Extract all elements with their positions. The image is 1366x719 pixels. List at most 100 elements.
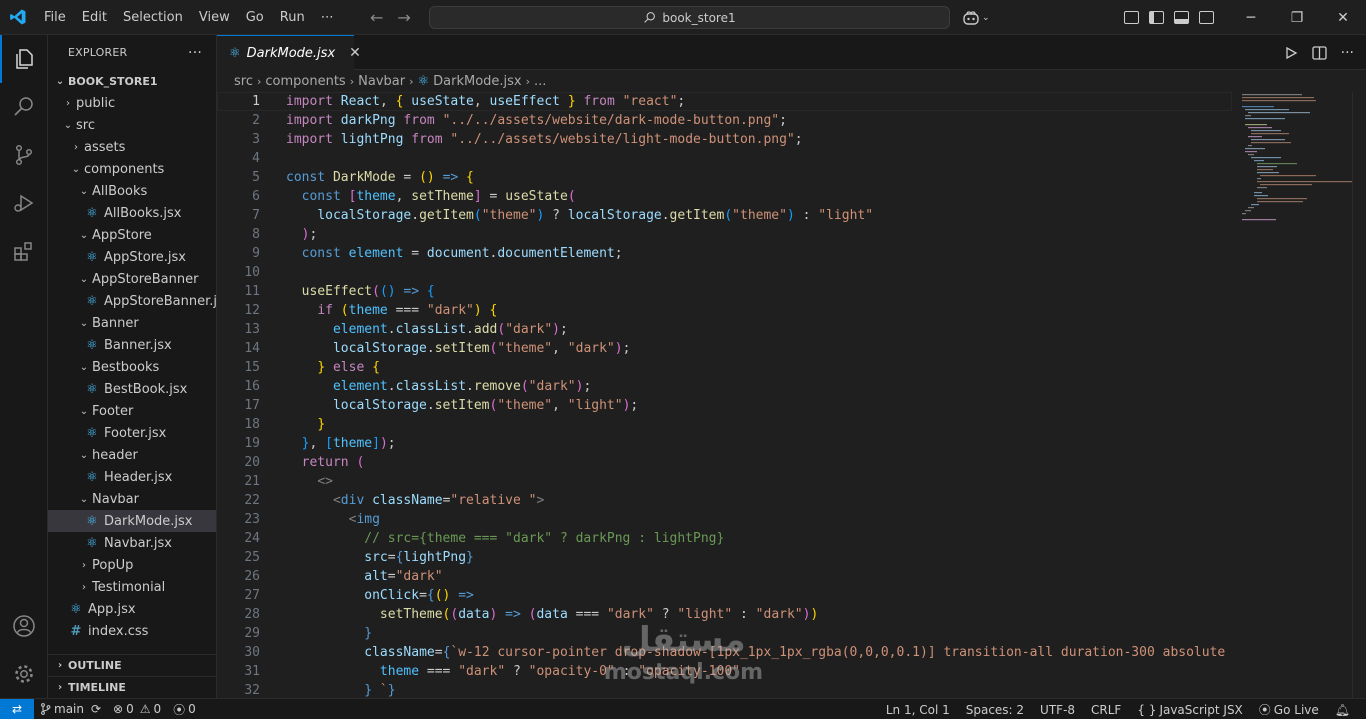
tree-item-label: index.css xyxy=(88,623,149,639)
code-text: } `} xyxy=(364,683,396,698)
breadcrumb-item[interactable]: src xyxy=(234,74,253,89)
code-text: alt="dark" xyxy=(364,569,443,584)
breadcrumb-item[interactable]: components xyxy=(265,74,345,89)
forward-arrow-icon[interactable]: → xyxy=(397,8,410,27)
customize-layout-icon[interactable] xyxy=(1124,11,1139,24)
vertical-scrollbar[interactable] xyxy=(1352,92,1366,698)
restore-icon[interactable]: ❐ xyxy=(1274,0,1320,35)
tree-file[interactable]: ⚛ AppStoreBanner.j... xyxy=(48,290,216,312)
tree-folder[interactable]: › Testimonial xyxy=(48,576,216,598)
tree-folder[interactable]: ⌄ Footer xyxy=(48,400,216,422)
manage-activity[interactable] xyxy=(0,650,48,698)
chevron-right-icon: › xyxy=(57,660,63,671)
line-ending[interactable]: CRLF xyxy=(1083,699,1129,719)
workspace-root[interactable]: ⌄ BOOK_STORE1 xyxy=(48,70,216,92)
tree-folder[interactable]: › public xyxy=(48,92,216,114)
tab-darkmode-jsx[interactable]: ⚛ DarkMode.jsx ✕ xyxy=(217,35,361,70)
notifications-bell[interactable]: 🔔︎ xyxy=(1327,699,1358,719)
menu-item[interactable]: Go xyxy=(238,0,272,35)
tree-file[interactable]: ⚛ AllBooks.jsx xyxy=(48,202,216,224)
tree-folder[interactable]: ⌄ Navbar xyxy=(48,488,216,510)
toggle-primary-sidebar-icon[interactable] xyxy=(1149,11,1164,24)
tree-item-label: src xyxy=(76,117,95,133)
go-live-button[interactable]: ⦿ Go Live xyxy=(1251,699,1327,719)
tree-file[interactable]: ⚛ Banner.jsx xyxy=(48,334,216,356)
timeline-section[interactable]: › TIMELINE xyxy=(48,676,216,698)
menu-item[interactable]: Run xyxy=(272,0,313,35)
toggle-secondary-sidebar-icon[interactable] xyxy=(1199,11,1214,24)
close-tab-icon[interactable]: ✕ xyxy=(349,45,361,61)
problems-status[interactable]: ⊗ 0 ⚠ 0 xyxy=(107,699,167,719)
sync-icon[interactable]: ⟳ xyxy=(91,702,101,716)
explorer-sidebar: EXPLORER ··· ⌄ BOOK_STORE1 › public ⌄ src › a… xyxy=(48,35,217,698)
breadcrumb-item[interactable]: Navbar xyxy=(358,74,405,89)
more-actions-icon[interactable]: ··· xyxy=(188,45,202,61)
tree-file[interactable]: ⚛ Header.jsx xyxy=(48,466,216,488)
minimize-icon[interactable]: ─ xyxy=(1228,0,1274,35)
gear-icon xyxy=(15,665,33,683)
tree-folder[interactable]: ⌄ components xyxy=(48,158,216,180)
remote-indicator[interactable]: ⇄ xyxy=(0,698,34,719)
menu-item[interactable]: File xyxy=(36,0,74,35)
line-number: 12 xyxy=(244,303,260,318)
tree-item-label: BestBook.jsx xyxy=(104,381,188,397)
extensions-activity[interactable] xyxy=(0,227,48,275)
error-count: 0 xyxy=(126,702,134,716)
run-debug-activity[interactable] xyxy=(0,179,48,227)
react-icon: ⚛ xyxy=(86,249,98,265)
ports-status[interactable]: ⦿ 0 xyxy=(167,699,202,719)
tree-folder[interactable]: ⌄ AppStore xyxy=(48,224,216,246)
split-editor-icon[interactable] xyxy=(1311,45,1327,60)
tree-folder[interactable]: ⌄ Banner xyxy=(48,312,216,334)
tree-file[interactable]: # index.css xyxy=(48,620,216,642)
tree-folder[interactable]: ⌄ Bestbooks xyxy=(48,356,216,378)
tree-folder[interactable]: ⌄ AppStoreBanner xyxy=(48,268,216,290)
code-line: 9 const element = document.documentEleme… xyxy=(217,244,1232,263)
toggle-panel-icon[interactable] xyxy=(1174,11,1189,24)
tree-folder[interactable]: ⌄ src xyxy=(48,114,216,136)
minimap[interactable] xyxy=(1232,92,1366,698)
source-control-activity[interactable] xyxy=(0,131,48,179)
menu-item[interactable]: Edit xyxy=(74,0,115,35)
tree-file[interactable]: ⚛ Navbar.jsx xyxy=(48,532,216,554)
more-actions-icon[interactable]: ··· xyxy=(1341,45,1354,61)
outline-section[interactable]: › OUTLINE xyxy=(48,654,216,676)
tree-item-label: Footer xyxy=(92,403,134,419)
tree-folder[interactable]: › assets xyxy=(48,136,216,158)
explorer-activity[interactable] xyxy=(0,35,48,83)
react-icon: ⚛ xyxy=(70,601,82,617)
copilot-menu[interactable]: ⌄ xyxy=(962,0,990,35)
tree-folder[interactable]: › PopUp xyxy=(48,554,216,576)
outline-label: OUTLINE xyxy=(68,659,122,672)
encoding[interactable]: UTF-8 xyxy=(1032,699,1083,719)
branch-status[interactable]: main ⟳ xyxy=(34,699,107,719)
tree-file[interactable]: ⚛ BestBook.jsx xyxy=(48,378,216,400)
tree-file[interactable]: ⚛ Footer.jsx xyxy=(48,422,216,444)
menu-item[interactable]: View xyxy=(191,0,238,35)
code-text: useEffect(() => { xyxy=(301,284,435,299)
tree-file[interactable]: ⚛ App.jsx xyxy=(48,598,216,620)
back-arrow-icon[interactable]: ← xyxy=(370,8,383,27)
indentation[interactable]: Spaces: 2 xyxy=(958,699,1032,719)
breadcrumb-item[interactable]: ... xyxy=(534,74,546,89)
line-number: 26 xyxy=(244,569,260,584)
accounts-activity[interactable] xyxy=(0,602,48,650)
tree-folder[interactable]: ⌄ AllBooks xyxy=(48,180,216,202)
tree-file[interactable]: ⚛ DarkMode.jsx xyxy=(48,510,216,532)
tree-folder[interactable]: ⌄ header xyxy=(48,444,216,466)
line-number: 14 xyxy=(244,341,260,356)
tree-file[interactable]: ⚛ AppStore.jsx xyxy=(48,246,216,268)
close-icon[interactable]: ✕ xyxy=(1320,0,1366,35)
command-center-search[interactable]: book_store1 xyxy=(429,6,950,29)
line-number: 16 xyxy=(244,379,260,394)
code-line: 18 } xyxy=(217,415,1232,434)
run-icon[interactable] xyxy=(1284,46,1298,60)
breadcrumb-item[interactable]: DarkMode.jsx xyxy=(433,74,521,89)
menu-item[interactable]: ⋯ xyxy=(313,0,342,35)
language-mode[interactable]: { } JavaScript JSX xyxy=(1129,699,1250,719)
search-activity[interactable] xyxy=(0,83,48,131)
cursor-position[interactable]: Ln 1, Col 1 xyxy=(878,699,958,719)
code-line: 32 } `} xyxy=(217,681,1232,698)
code-editor[interactable]: 1 import React, { useState, useEffect } f… xyxy=(217,92,1232,698)
menu-item[interactable]: Selection xyxy=(115,0,191,35)
